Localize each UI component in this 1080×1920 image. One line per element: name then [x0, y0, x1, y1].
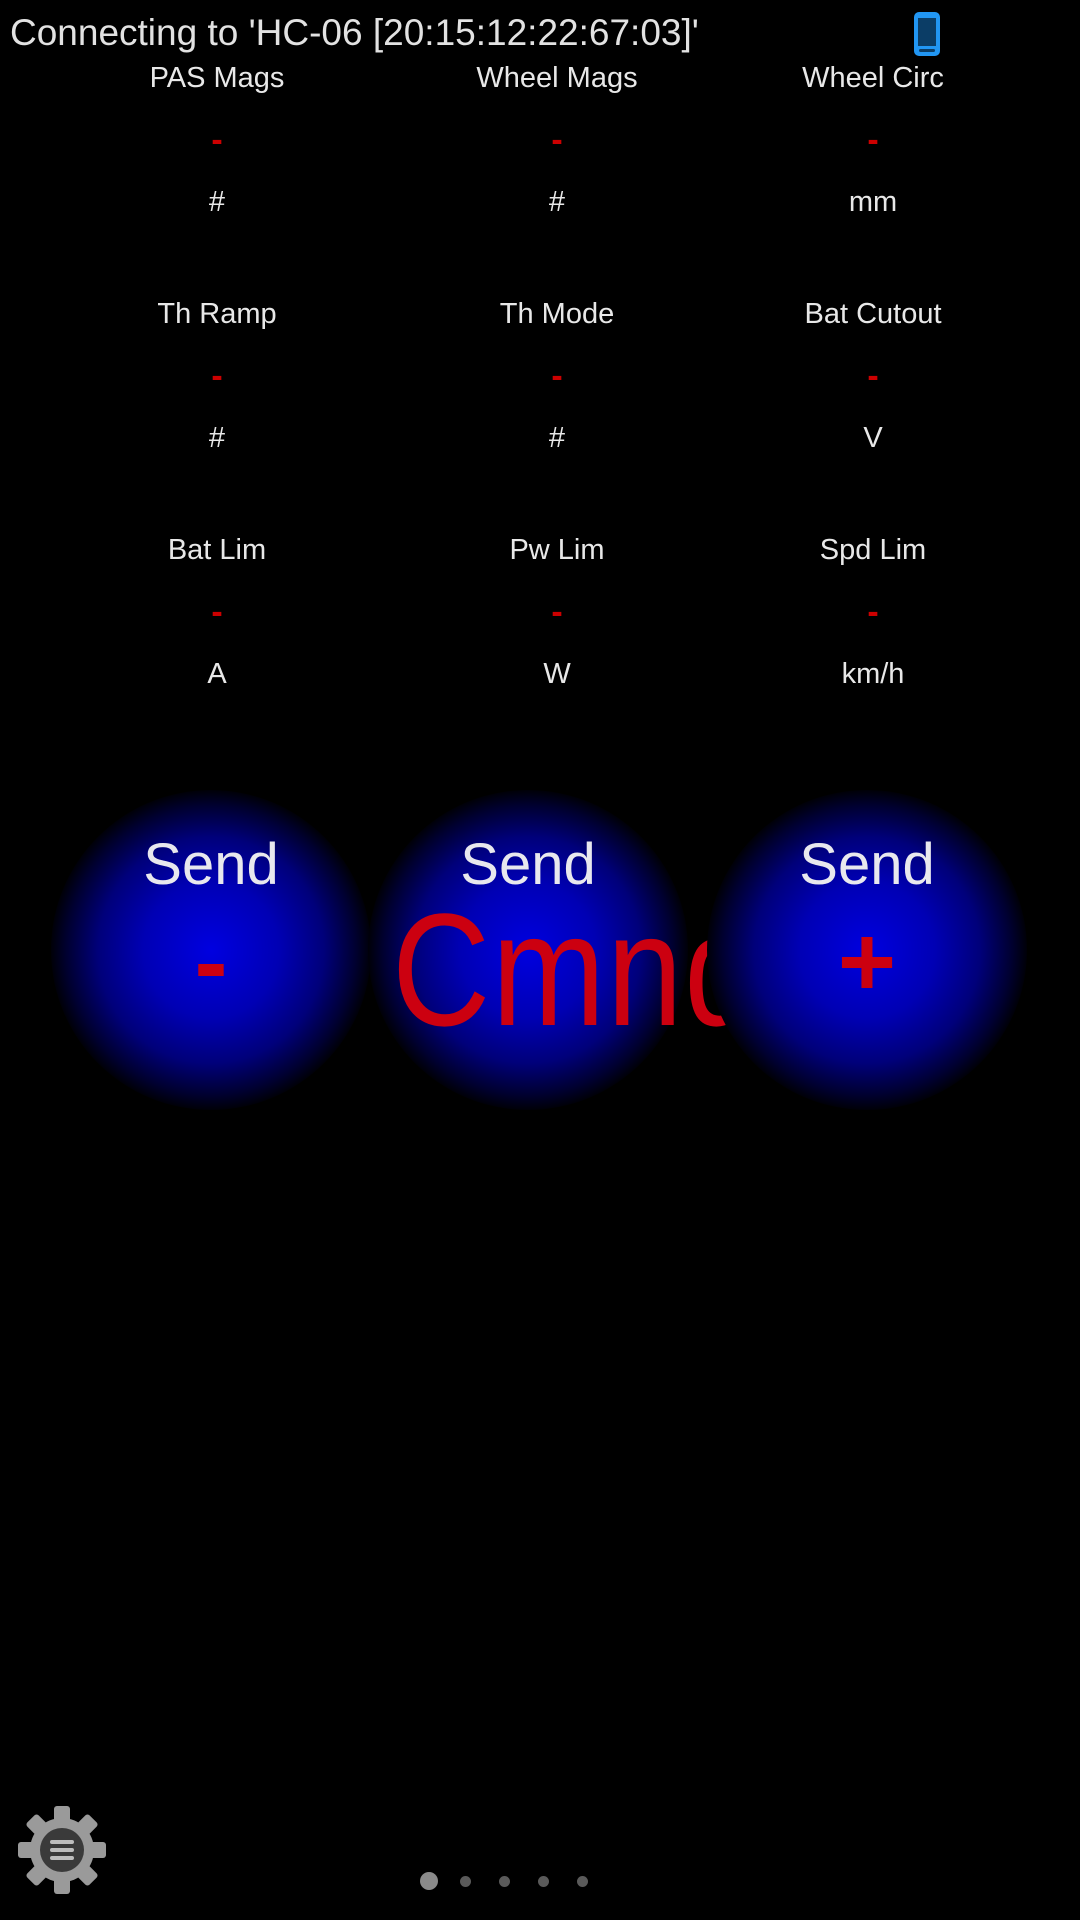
param-value: - — [867, 121, 879, 159]
param-unit: # — [208, 422, 226, 454]
page-dot-active[interactable] — [420, 1872, 438, 1890]
page-dot[interactable] — [577, 1875, 588, 1887]
minus-glyph: - — [194, 906, 228, 1018]
command-glyph: Cmnd — [392, 880, 762, 1059]
param-value: - — [551, 121, 563, 159]
param-value: - — [551, 593, 563, 631]
param-value: - — [551, 357, 563, 395]
param-label: PAS Mags — [149, 62, 285, 94]
send-label: Send — [143, 832, 279, 897]
parameter-grid: PAS Mags - # Wheel Mags - # Wheel Circ -… — [0, 58, 1080, 766]
param-bat-lim[interactable]: Bat Lim - A — [57, 530, 377, 694]
param-unit: V — [863, 422, 883, 454]
param-th-ramp[interactable]: Th Ramp - # — [57, 294, 377, 458]
param-label: Bat Lim — [167, 534, 267, 566]
param-unit: mm — [848, 186, 898, 218]
phone-icon[interactable] — [910, 10, 944, 58]
param-value: - — [211, 593, 223, 631]
param-bat-cutout[interactable]: Bat Cutout - V — [713, 294, 1033, 458]
param-value: - — [867, 593, 879, 631]
param-pas-mags[interactable]: PAS Mags - # — [57, 58, 377, 222]
send-minus-button[interactable]: Send - — [51, 790, 371, 1110]
param-th-mode[interactable]: Th Mode - # — [397, 294, 717, 458]
parameter-row: Th Ramp - # Th Mode - # Bat Cutout - V — [0, 294, 1080, 530]
param-unit: W — [543, 658, 571, 690]
param-label: Pw Lim — [509, 534, 605, 566]
parameter-row: PAS Mags - # Wheel Mags - # Wheel Circ -… — [0, 58, 1080, 294]
param-unit: # — [548, 186, 566, 218]
param-label: Wheel Mags — [476, 62, 638, 94]
param-value: - — [867, 357, 879, 395]
param-value: - — [211, 121, 223, 159]
param-unit: # — [548, 422, 566, 454]
page-dot[interactable] — [499, 1875, 510, 1887]
param-label: Bat Cutout — [804, 298, 942, 330]
param-spd-lim[interactable]: Spd Lim - km/h — [713, 530, 1033, 694]
connection-status: Connecting to 'HC-06 [20:15:12:22:67:03]… — [10, 12, 699, 53]
param-unit: # — [208, 186, 226, 218]
param-label: Th Mode — [499, 298, 615, 330]
param-pw-lim[interactable]: Pw Lim - W — [397, 530, 717, 694]
param-wheel-mags[interactable]: Wheel Mags - # — [397, 58, 717, 222]
page-indicator — [420, 1870, 616, 1892]
gear-icon[interactable] — [16, 1804, 108, 1896]
send-plus-button[interactable]: Send + — [707, 790, 1027, 1110]
param-label: Th Ramp — [157, 298, 277, 330]
parameter-row: Bat Lim - A Pw Lim - W Spd Lim - km/h — [0, 530, 1080, 766]
send-label: Send — [799, 832, 935, 897]
param-label: Spd Lim — [819, 534, 927, 566]
param-wheel-circ[interactable]: Wheel Circ - mm — [713, 58, 1033, 222]
send-command-button[interactable]: Send Cmnd — [368, 790, 762, 1110]
plus-glyph: + — [837, 906, 897, 1018]
page-dot[interactable] — [538, 1875, 549, 1887]
param-label: Wheel Circ — [802, 62, 944, 94]
param-unit: A — [207, 658, 227, 690]
page-dot[interactable] — [460, 1875, 471, 1887]
param-value: - — [211, 357, 223, 395]
param-unit: km/h — [841, 658, 905, 690]
